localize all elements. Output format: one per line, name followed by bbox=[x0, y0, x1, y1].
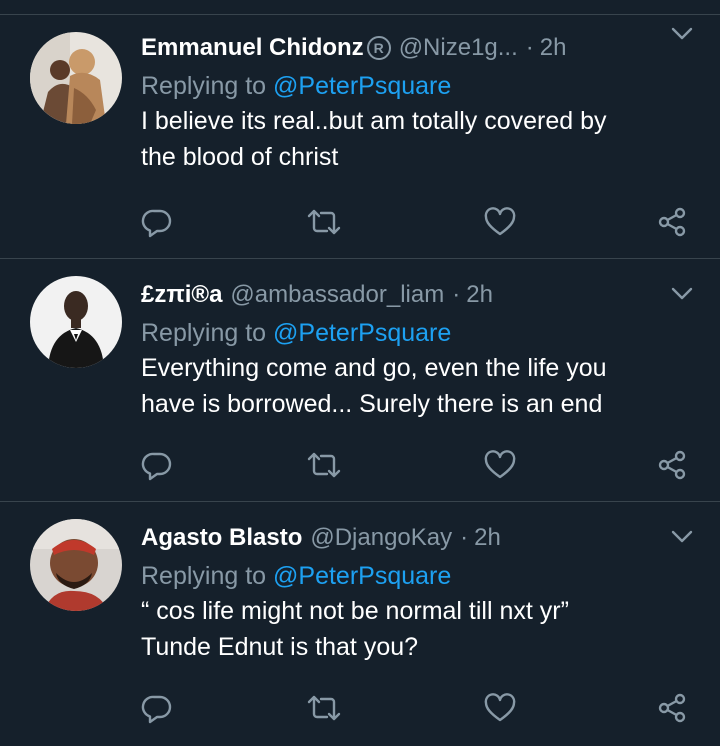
tweet-header: £zπi®a @ambassador_liam · 2h bbox=[141, 277, 696, 313]
tweet-content: Agasto Blasto @DjangoKay · 2h Replying t… bbox=[141, 520, 696, 665]
avatar[interactable] bbox=[30, 32, 122, 124]
chevron-down-icon[interactable] bbox=[668, 523, 696, 551]
registered-badge-icon: R bbox=[366, 36, 391, 60]
user-handle[interactable]: @Nize1g... bbox=[399, 34, 518, 62]
replying-prefix: Replying to bbox=[141, 562, 274, 590]
replying-to: Replying to @PeterPsquare bbox=[141, 559, 696, 593]
tweet-content: £zπi®a @ambassador_liam · 2h Replying to… bbox=[141, 277, 696, 422]
tweet-text-line: “ cos life might not be normal till nxt … bbox=[141, 597, 569, 625]
share-icon[interactable] bbox=[652, 688, 692, 728]
timestamp[interactable]: 2h bbox=[540, 34, 567, 62]
avatar[interactable] bbox=[30, 276, 122, 368]
replying-to: Replying to @PeterPsquare bbox=[141, 316, 696, 350]
mention-link[interactable]: @PeterPsquare bbox=[273, 319, 451, 347]
tweet-text: I believe its real..but am totally cover… bbox=[141, 103, 701, 175]
tweet-actions bbox=[0, 688, 720, 728]
retweet-icon[interactable] bbox=[304, 202, 344, 242]
retweet-icon[interactable] bbox=[304, 688, 344, 728]
heart-icon[interactable] bbox=[480, 688, 520, 728]
mention-link[interactable]: @PeterPsquare bbox=[273, 72, 451, 100]
share-icon[interactable] bbox=[652, 202, 692, 242]
avatar[interactable] bbox=[30, 519, 122, 611]
retweet-icon[interactable] bbox=[304, 445, 344, 485]
avatar-image bbox=[30, 276, 122, 368]
tweet-header: Emmanuel Chidonz R @Nize1g... · 2h bbox=[141, 30, 696, 66]
tweet-1[interactable]: Emmanuel Chidonz R @Nize1g... · 2h Reply… bbox=[0, 14, 720, 258]
avatar-image bbox=[30, 32, 122, 124]
chevron-down-icon[interactable] bbox=[668, 280, 696, 308]
display-name[interactable]: Emmanuel Chidonz bbox=[141, 34, 364, 62]
tweet-feed: Emmanuel Chidonz R @Nize1g... · 2h Reply… bbox=[0, 0, 720, 746]
tweet-actions bbox=[0, 202, 720, 242]
display-name[interactable]: £zπi®a bbox=[141, 281, 222, 309]
tweet-actions bbox=[0, 445, 720, 485]
tweet-3[interactable]: Agasto Blasto @DjangoKay · 2h Replying t… bbox=[0, 501, 720, 746]
reply-icon[interactable] bbox=[137, 688, 177, 728]
avatar-image bbox=[30, 519, 122, 611]
user-handle[interactable]: @DjangoKay bbox=[310, 524, 452, 552]
tweet-header: Agasto Blasto @DjangoKay · 2h bbox=[141, 520, 696, 556]
separator-dot: · bbox=[525, 34, 534, 61]
tweet-2[interactable]: £zπi®a @ambassador_liam · 2h Replying to… bbox=[0, 258, 720, 501]
replying-prefix: Replying to bbox=[141, 72, 274, 100]
tweet-text-line: have is borrowed... Surely there is an e… bbox=[141, 390, 603, 418]
display-name[interactable]: Agasto Blasto bbox=[141, 524, 302, 552]
replying-prefix: Replying to bbox=[141, 319, 274, 347]
tweet-text: Everything come and go, even the life yo… bbox=[141, 350, 701, 422]
user-handle[interactable]: @ambassador_liam bbox=[230, 281, 444, 309]
tweet-text-line: Everything come and go, even the life yo… bbox=[141, 354, 607, 382]
tweet-text-line: Tunde Ednut is that you? bbox=[141, 633, 419, 661]
heart-icon[interactable] bbox=[480, 445, 520, 485]
chevron-down-icon[interactable] bbox=[668, 20, 696, 48]
tweet-text: “ cos life might not be normal till nxt … bbox=[141, 593, 701, 665]
reply-icon[interactable] bbox=[137, 202, 177, 242]
separator-dot: · bbox=[452, 281, 461, 308]
tweet-text-line: I believe its real..but am totally cover… bbox=[141, 107, 607, 135]
reply-icon[interactable] bbox=[137, 445, 177, 485]
heart-icon[interactable] bbox=[480, 202, 520, 242]
mention-link[interactable]: @PeterPsquare bbox=[273, 562, 451, 590]
replying-to: Replying to @PeterPsquare bbox=[141, 69, 696, 103]
timestamp[interactable]: 2h bbox=[474, 524, 501, 552]
tweet-content: Emmanuel Chidonz R @Nize1g... · 2h Reply… bbox=[141, 30, 696, 175]
separator-dot: · bbox=[460, 524, 469, 551]
timestamp[interactable]: 2h bbox=[466, 281, 493, 309]
tweet-text-line: the blood of christ bbox=[141, 143, 339, 171]
share-icon[interactable] bbox=[652, 445, 692, 485]
